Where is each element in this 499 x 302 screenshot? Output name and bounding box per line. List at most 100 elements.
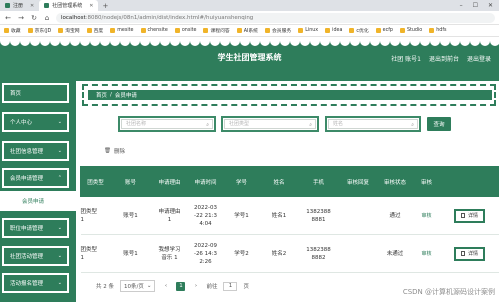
bookmark-label: onsite: [181, 28, 197, 33]
browser-tab[interactable]: 注册 ✕: [0, 0, 39, 11]
cell-time: 2022-03 -22 21:3 4:04: [188, 196, 223, 235]
page-size-select[interactable]: 10条/页 ⌄: [120, 280, 156, 292]
detail-button[interactable]: 详情: [453, 208, 485, 223]
sidebar-item-home[interactable]: 首页: [2, 83, 69, 103]
cell-account: 账号1: [110, 234, 151, 273]
tab-label: 社团管理系统: [52, 3, 83, 9]
logout-link[interactable]: 退出登录: [467, 54, 491, 63]
delete-button[interactable]: 🗑 删除: [104, 147, 125, 155]
bookmark-icon: [110, 28, 116, 33]
bookmark-label: ecfp: [382, 28, 393, 33]
bookmark-icon: [236, 28, 242, 33]
breadcrumb: 首页 / 会员申请: [82, 84, 496, 106]
bookmark-item[interactable]: 会员服务: [264, 27, 292, 34]
breadcrumb-home[interactable]: 首页: [96, 91, 107, 99]
chevron-down-icon: ⌄: [57, 225, 62, 231]
bookmark-item[interactable]: onsite: [174, 28, 197, 33]
bookmark-item[interactable]: hdfs: [429, 28, 447, 33]
tab-favicon-icon: [44, 3, 50, 8]
forward-icon[interactable]: →: [17, 14, 25, 22]
maximize-icon[interactable]: ☐: [473, 2, 478, 9]
sidebar-subitem-member-apply[interactable]: 会员申请: [0, 191, 76, 211]
close-tab-icon[interactable]: ✕: [89, 3, 93, 9]
bookmark-item[interactable]: chensite: [140, 28, 168, 33]
page-size-value: 10条/页: [124, 284, 144, 290]
url-field[interactable]: localhost:8080/nodejs/08n1/admin/dist/in…: [56, 12, 495, 23]
bookmark-item[interactable]: mesite: [110, 28, 134, 33]
bookmark-item[interactable]: idea: [325, 28, 342, 33]
column-header: [439, 166, 499, 197]
cell-audit: 审核: [413, 196, 440, 235]
prev-page-button[interactable]: ‹: [161, 282, 170, 291]
bookmark-label: 课程问答: [210, 29, 230, 34]
back-to-frontend-link[interactable]: 退出到前台: [429, 54, 459, 63]
cell-reason: 我想学习 音乐 1: [150, 234, 189, 273]
window-controls: – ☐ ✕: [460, 2, 499, 9]
sidebar-item-label: 职位申请管理: [10, 226, 44, 232]
bookmark-item[interactable]: Studio: [399, 28, 423, 33]
bookmark-icon: [203, 28, 209, 33]
bookmark-label: 收藏: [11, 29, 21, 34]
goto-page-input[interactable]: 1: [223, 281, 238, 291]
data-table: 团类型 账号 申请理由 申请时间 学号 姓名 手机 审核回复 审核状态 审核 团…: [80, 166, 499, 273]
sidebar-item-label: 活动报名管理: [10, 281, 44, 287]
club-name-search: ⌕: [118, 116, 216, 132]
audit-link[interactable]: 审核: [421, 213, 431, 219]
minimize-icon[interactable]: –: [460, 2, 463, 9]
new-tab-button[interactable]: +: [102, 2, 108, 10]
close-tab-icon[interactable]: ✕: [30, 3, 34, 9]
bookmark-label: idea: [332, 28, 343, 33]
sidebar-item-position-application[interactable]: 职位申请管理 ⌄: [2, 218, 69, 238]
column-header: 审核: [413, 166, 440, 197]
bookmark-item[interactable]: 淘宝网: [58, 27, 80, 34]
page-number-current[interactable]: 1: [176, 281, 186, 291]
bookmark-item[interactable]: c优化: [349, 27, 369, 34]
header-scallop-decoration: [0, 37, 499, 46]
column-header: 学号: [222, 166, 261, 197]
bookmark-label: Studio: [406, 28, 423, 33]
bookmark-item[interactable]: 百度: [86, 27, 103, 34]
bookmark-item[interactable]: 课程问答: [203, 27, 230, 34]
detail-button[interactable]: 详情: [453, 246, 485, 261]
bookmark-icon: [264, 28, 270, 33]
club-type-input[interactable]: [224, 119, 316, 129]
bookmark-item[interactable]: 收藏: [4, 27, 21, 34]
audit-link[interactable]: 审核: [421, 251, 431, 257]
sidebar-item-profile[interactable]: 个人中心 ⌄: [2, 112, 69, 132]
next-page-button[interactable]: ›: [191, 282, 200, 291]
query-button[interactable]: 查询: [427, 117, 451, 131]
close-window-icon[interactable]: ✕: [488, 2, 493, 9]
bookmark-item[interactable]: Linux: [298, 28, 318, 33]
tab-label: 注册: [13, 3, 24, 9]
sidebar-item-member-application[interactable]: 会员申请管理 ⌃: [2, 168, 69, 188]
cell-reply: [339, 234, 377, 273]
bookmarks-bar: 收藏 京东(JD 淘宝网 百度 mesite chensite onsite 课程问答 AI系统…: [0, 25, 499, 37]
reload-icon[interactable]: ↻: [30, 14, 38, 22]
sidebar-item-club-activity[interactable]: 社团活动管理 ⌄: [2, 246, 69, 266]
chevron-down-icon: ⌄: [57, 280, 62, 286]
goto-prefix: 前往: [206, 284, 218, 290]
cell-student-id: 学号2: [222, 234, 261, 273]
bookmark-icon: [349, 28, 355, 33]
browser-tab-active[interactable]: 社团管理系统 ✕: [39, 0, 99, 11]
tab-favicon-icon: [5, 3, 10, 8]
address-bar: ← → ↻ ⌂ localhost:8080/nodejs/08n1/admin…: [0, 11, 499, 25]
sidebar-item-club-info[interactable]: 社团信息管理 ⌄: [2, 141, 69, 161]
bookmark-label: hdfs: [436, 28, 447, 33]
bookmark-label: 京东(JD: [34, 29, 52, 34]
name-input[interactable]: [328, 119, 418, 129]
bookmark-item[interactable]: 京东(JD: [27, 27, 52, 34]
column-header: 审核回复: [339, 166, 377, 197]
bookmark-item[interactable]: AI系统: [236, 27, 258, 34]
sidebar-item-activity-signup[interactable]: 活动报名管理 ⌄: [2, 273, 69, 293]
club-name-input[interactable]: [121, 119, 213, 129]
bookmark-label: 淘宝网: [65, 29, 80, 34]
cell-reply: [339, 196, 377, 235]
bookmark-item[interactable]: ecfp: [375, 28, 393, 33]
home-icon[interactable]: ⌂: [43, 14, 51, 22]
bookmark-icon: [140, 28, 146, 33]
bookmark-label: 会员服务: [271, 29, 292, 34]
browser-tab-bar: 注册 ✕ 社团管理系统 ✕ + – ☐ ✕: [0, 0, 499, 11]
back-icon[interactable]: ←: [4, 14, 12, 22]
bookmark-icon: [58, 28, 64, 33]
